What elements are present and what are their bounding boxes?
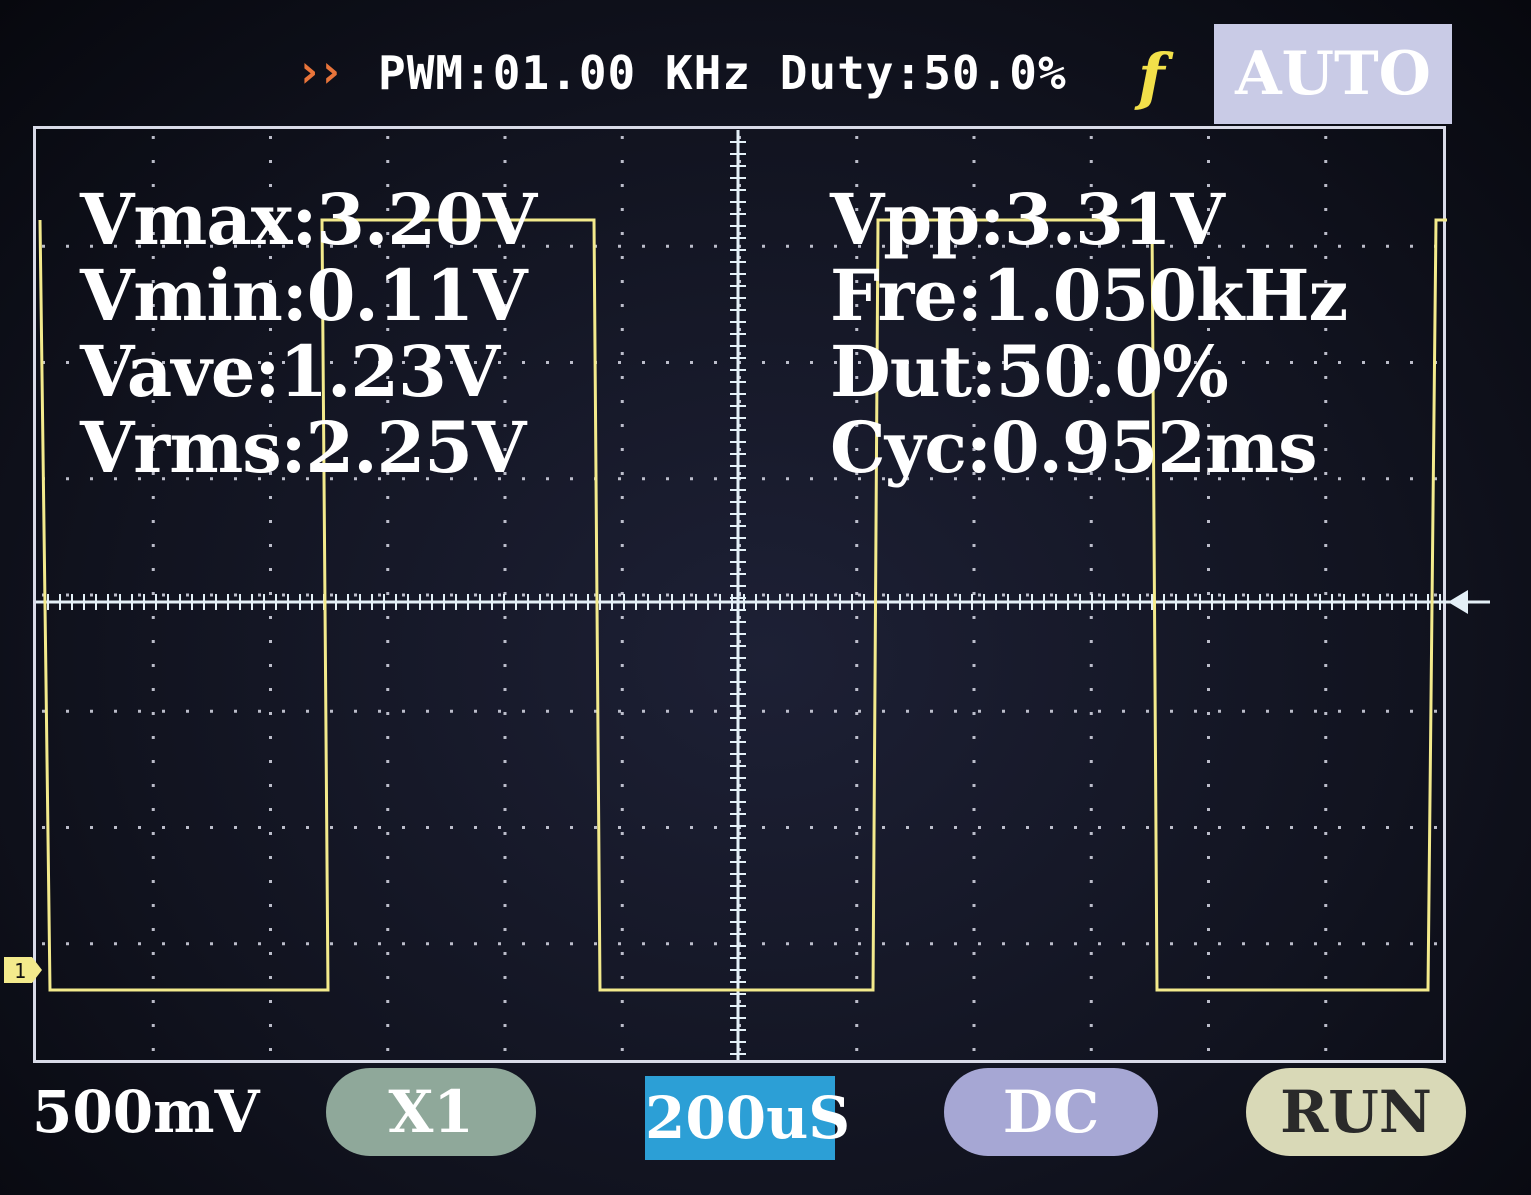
volts-per-div-label[interactable]: 500mV bbox=[32, 1078, 259, 1146]
channel-1-marker-label: 1 bbox=[14, 959, 26, 983]
measurement-vpp: Vpp:3.31V bbox=[830, 178, 1225, 261]
measurement-vave: Vave:1.23V bbox=[80, 330, 500, 413]
measurement-frequency: Fre:1.050kHz bbox=[830, 254, 1348, 337]
channel-1-marker-icon[interactable]: 1 bbox=[4, 955, 44, 985]
measurement-vmin: Vmin:0.11V bbox=[80, 254, 528, 337]
measurement-duty: Dut:50.0% bbox=[830, 330, 1229, 413]
time-per-div-button[interactable]: 200uS bbox=[645, 1076, 850, 1160]
probe-button[interactable]: X1 bbox=[326, 1068, 536, 1156]
oscilloscope-screen: ›› PWM:01.00 KHz Duty:50.0% f AUTO Vmax:… bbox=[0, 0, 1531, 1195]
measurement-cycle: Cyc:0.952ms bbox=[830, 406, 1318, 489]
run-stop-button[interactable]: RUN bbox=[1246, 1068, 1466, 1156]
coupling-button[interactable]: DC bbox=[944, 1068, 1158, 1156]
measurement-vrms: Vrms:2.25V bbox=[80, 406, 526, 489]
measurement-vmax: Vmax:3.20V bbox=[80, 178, 537, 261]
